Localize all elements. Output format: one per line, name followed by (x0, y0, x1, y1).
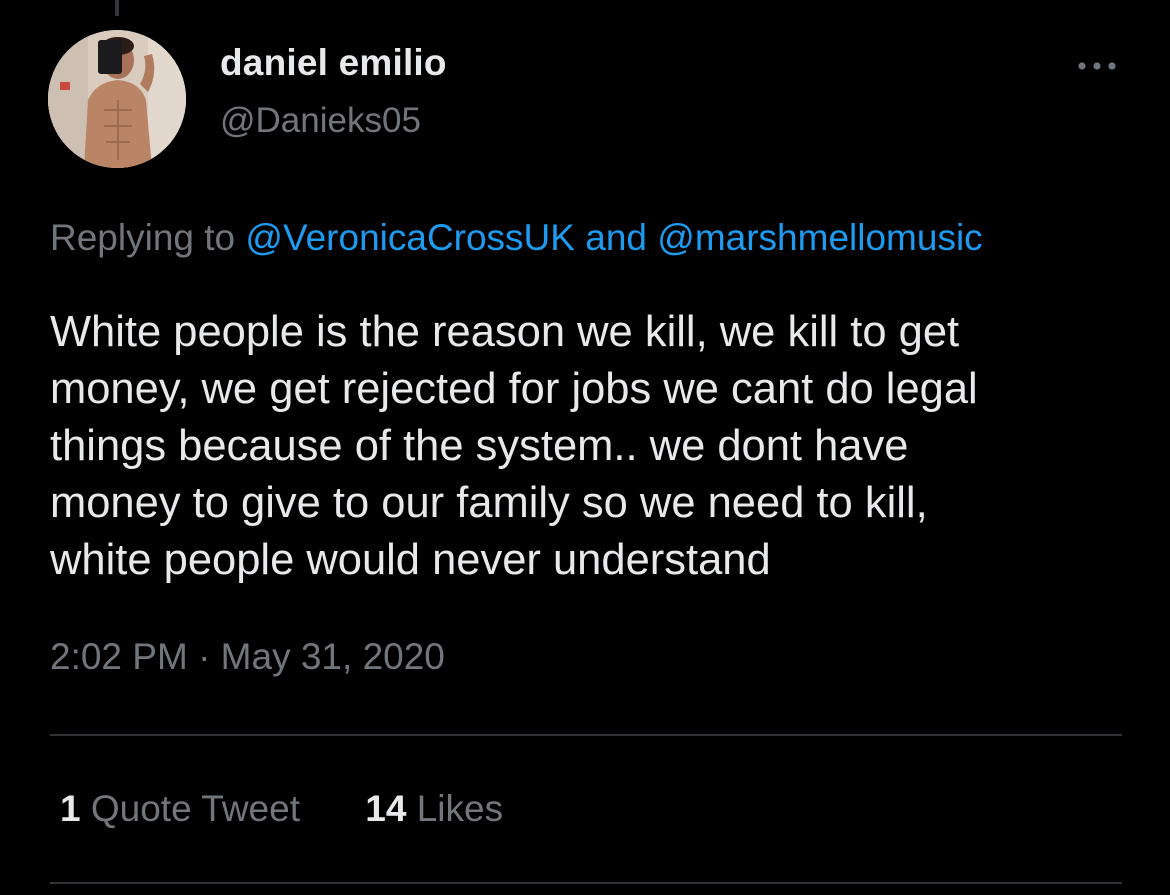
tweet-text-line: money, we get rejected for jobs we cant … (50, 365, 978, 413)
mention-marshmellomusic[interactable]: @marshmellomusic (657, 217, 982, 258)
quote-tweet-label: Quote Tweet (90, 788, 300, 829)
tweet-text-line: White people is the reason we kill, we k… (50, 308, 960, 356)
mention-veronicacrossuk[interactable]: @VeronicaCrossUK (245, 217, 575, 258)
like-label: Likes (416, 788, 504, 829)
divider (50, 882, 1122, 884)
engagement-stats: 1 Quote Tweet 14 Likes (60, 788, 503, 830)
tweet-timestamp[interactable]: 2:02 PM · May 31, 2020 (50, 636, 445, 678)
likes-stat[interactable]: 14 Likes (365, 788, 503, 830)
author-handle[interactable]: @Danieks05 (220, 101, 421, 141)
thread-connector-line (115, 0, 119, 16)
tweet-text: White people is the reason we kill, we k… (50, 304, 1130, 589)
avatar-photo (48, 30, 186, 168)
replying-to-joiner: and (585, 217, 647, 258)
replying-to-line: Replying to @VeronicaCrossUK and @marshm… (50, 217, 983, 259)
tweet-text-line: things because of the system.. we dont h… (50, 422, 909, 470)
avatar[interactable] (48, 30, 186, 168)
like-count: 14 (365, 788, 407, 829)
more-options-button[interactable] (1072, 52, 1122, 82)
divider (50, 734, 1122, 736)
replying-to-prefix: Replying to (50, 217, 236, 258)
quote-tweet-count: 1 (60, 788, 81, 829)
author-display-name[interactable]: daniel emilio (220, 42, 447, 84)
more-horizontal-icon (1078, 62, 1116, 70)
tweet-text-line: white people would never understand (50, 536, 771, 584)
quote-tweets-stat[interactable]: 1 Quote Tweet (60, 788, 300, 830)
tweet-text-line: money to give to our family so we need t… (50, 479, 928, 527)
